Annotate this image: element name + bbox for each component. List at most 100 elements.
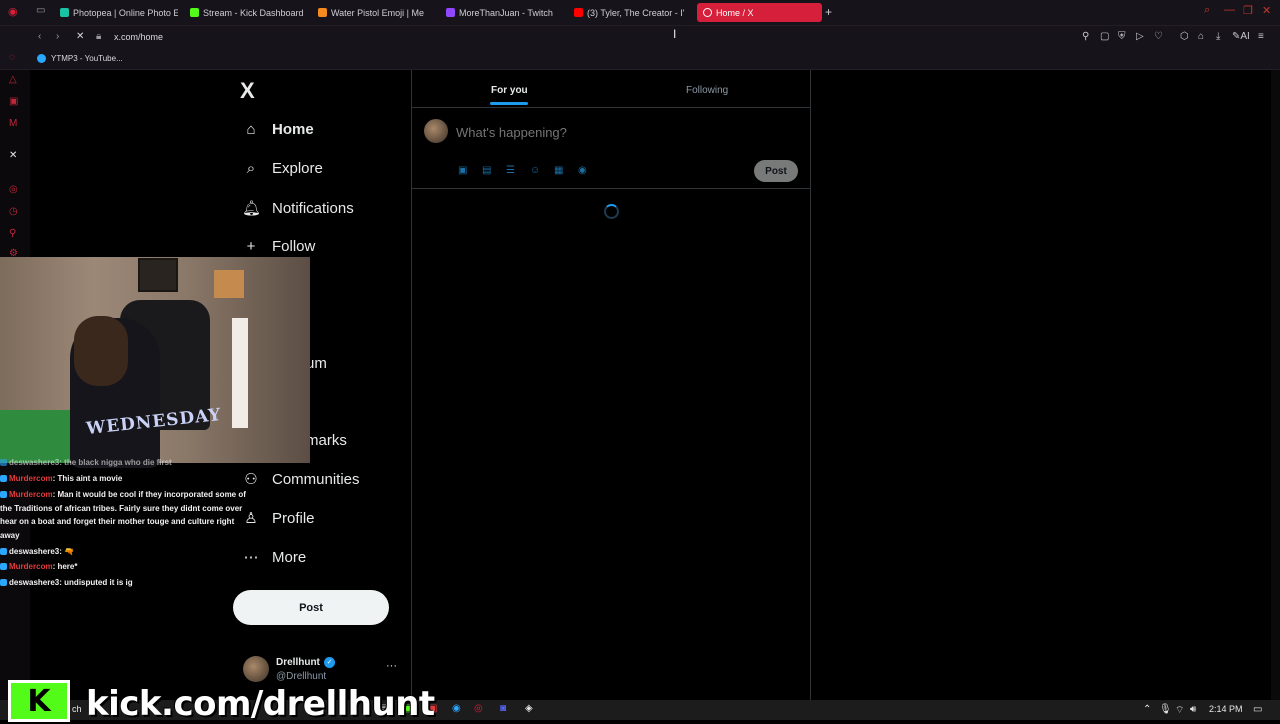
loading-spinner — [604, 204, 619, 219]
extensions-icon[interactable]: ⬡ — [1180, 31, 1189, 42]
sidebar-pinboard-icon[interactable]: ⚲ — [9, 228, 16, 239]
sidebar-messenger-icon[interactable]: ▣ — [9, 96, 18, 107]
chat-message: deswashere3: undisputed it is ig — [0, 576, 250, 590]
tab-photopea[interactable]: Photopea | Online Photo E — [60, 3, 178, 22]
taskbar-edge-icon[interactable]: ◉ — [452, 703, 461, 714]
chat-message: Murdercom: This aint a movie — [0, 472, 250, 486]
tab-kick-dashboard[interactable]: Stream - Kick Dashboard — [190, 3, 308, 22]
media-icon[interactable]: ▣ — [458, 165, 467, 176]
wifi-icon[interactable]: ⌔ — [1175, 704, 1184, 717]
minimize-icon[interactable]: — — [1224, 4, 1235, 16]
lock-icon[interactable]: 🔒︎ — [96, 31, 101, 42]
wallet-icon[interactable]: ⌂ — [1198, 31, 1204, 42]
chat-message: deswashere3: the black nigga who die fir… — [0, 456, 250, 470]
sidebar-feed-icon[interactable]: △ — [9, 74, 17, 85]
back-icon[interactable]: ‹ — [38, 31, 41, 42]
timeline-tabs — [412, 70, 810, 108]
chat-message: deswashere3: 🔫 — [0, 545, 250, 559]
tab-for-you[interactable]: For you — [491, 85, 528, 96]
webcam-wall-picture — [138, 258, 178, 292]
gif-icon[interactable]: ▤ — [482, 165, 491, 176]
tab-youtube[interactable]: (3) Tyler, The Creator - I' — [574, 3, 686, 22]
new-tab-button[interactable]: + — [825, 5, 832, 19]
x-logo[interactable]: X — [240, 78, 255, 104]
volume-icon[interactable]: 🔊︎ — [1190, 704, 1196, 715]
close-icon[interactable]: ✕ — [1262, 4, 1271, 17]
sidebar-mail-icon[interactable]: M — [9, 118, 17, 129]
taskbar-discord-icon[interactable]: ◙ — [500, 703, 506, 714]
webcam-streamer-head — [74, 316, 128, 386]
player-icon[interactable]: ▷ — [1136, 31, 1144, 42]
aria-ai-icon[interactable]: ✎AI — [1232, 31, 1250, 42]
nav-explore[interactable]: ⌕ Explore — [242, 160, 323, 177]
search-tabs-icon[interactable]: ⌕ — [1204, 4, 1210, 17]
location-icon[interactable]: ◉ — [578, 165, 587, 176]
home-icon: ⌂ — [246, 121, 256, 138]
chat-badge-icon — [0, 563, 7, 571]
main-column-left-border — [411, 70, 412, 700]
compose-input[interactable] — [456, 125, 756, 140]
page-scrollbar[interactable] — [1271, 70, 1280, 700]
text-cursor-icon: I — [673, 27, 677, 41]
taskbar-steam-icon[interactable]: ◈ — [525, 703, 533, 714]
taskbar-clock[interactable]: 2:14 PM — [1209, 704, 1243, 714]
tab-water-pistol-emoji[interactable]: Water Pistol Emoji | Me — [318, 3, 432, 22]
tray-chevron-icon[interactable]: ⌃ — [1143, 704, 1151, 715]
sidebar-aria-icon[interactable]: ◌ — [9, 52, 15, 63]
loading-favicon-icon — [703, 8, 712, 17]
tab-x-home[interactable]: Home / X — [697, 3, 822, 22]
post-button[interactable]: Post — [233, 590, 389, 625]
snapshot-icon[interactable]: ▢ — [1100, 31, 1109, 42]
bell-icon: 🔔︎ — [242, 200, 262, 217]
nav-communities[interactable]: ⚇ Communities — [242, 470, 359, 489]
stream-chat-overlay: deswashere3: the black nigga who die fir… — [0, 458, 250, 598]
main-column-right-border — [810, 70, 811, 700]
menu-icon[interactable]: ≡ — [1258, 31, 1264, 42]
chat-badge-icon — [0, 475, 7, 483]
opera-logo-icon[interactable]: ◉ — [8, 5, 18, 18]
nav-notifications[interactable]: 🔔︎ Notifications — [242, 199, 354, 218]
kick-logo: K — [8, 680, 70, 722]
download-icon[interactable]: ⤓ — [1216, 31, 1220, 42]
sidebar-history-icon[interactable]: ◷ — [9, 206, 18, 217]
poll-icon[interactable]: ☰ — [506, 165, 515, 176]
avatar — [243, 656, 269, 682]
nav-more[interactable]: ⋯ More — [242, 548, 307, 567]
maximize-icon[interactable]: ❐ — [1243, 4, 1253, 17]
nav-profile[interactable]: ♙ Profile — [242, 509, 314, 528]
notifications-icon[interactable]: ▭ — [1253, 704, 1262, 715]
tab-list-icon[interactable]: ▭ — [36, 5, 45, 16]
account-more-icon[interactable]: ··· — [386, 660, 397, 672]
nav-follow[interactable]: + Follow — [242, 238, 316, 255]
chat-badge-icon — [0, 548, 7, 556]
sidebar-x-icon[interactable]: ✕ — [9, 150, 17, 161]
bookmarks-bar — [0, 50, 1280, 70]
chat-badge-icon — [0, 491, 7, 499]
forward-icon[interactable]: › — [56, 31, 59, 42]
emoji-icon[interactable]: ☺ — [530, 165, 540, 176]
taskbar-search[interactable]: ch — [72, 704, 82, 714]
follow-icon: + — [246, 238, 256, 255]
schedule-icon[interactable]: ▦ — [554, 165, 563, 176]
composer-post-button[interactable]: Post — [754, 160, 798, 182]
microphone-icon[interactable]: 🎙︎ — [1159, 704, 1172, 715]
url-field[interactable]: x.com/home — [114, 32, 163, 42]
photopea-favicon-icon — [60, 8, 69, 17]
nav-home[interactable]: ⌂ Home — [242, 121, 313, 138]
tab-twitch[interactable]: MoreThanJuan - Twitch — [446, 3, 564, 22]
composer-avatar[interactable] — [424, 119, 448, 143]
favorites-icon[interactable]: ♡ — [1154, 31, 1163, 42]
taskbar-opera-icon[interactable]: ◎ — [474, 703, 483, 714]
chat-message: Murdercom: here* — [0, 560, 250, 574]
chat-message: Murdercom: Man it would be cool if they … — [0, 490, 246, 540]
kick-channel-url: kick.com/drellhunt — [86, 684, 435, 724]
pin-icon[interactable]: ⚲ — [1082, 31, 1089, 42]
sidebar-music-icon[interactable]: ◎ — [9, 184, 18, 195]
tab-following[interactable]: Following — [686, 85, 728, 96]
vpn-icon[interactable]: ⛨ — [1118, 31, 1126, 42]
search-icon: ⌕ — [246, 160, 256, 177]
nav-bookmarks[interactable]: marks — [306, 432, 347, 449]
webcam-lamp — [232, 318, 248, 428]
stop-loading-icon[interactable]: ✕ — [76, 31, 84, 42]
bookmark-ytmp3[interactable]: YTMP3 - YouTube... — [37, 54, 123, 63]
